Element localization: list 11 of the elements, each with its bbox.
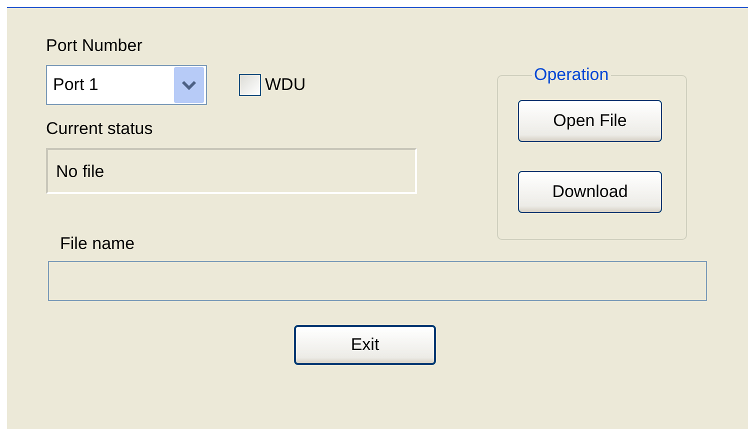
current-status-label: Current status	[46, 119, 154, 139]
wdu-checkbox[interactable]: WDU	[239, 74, 306, 96]
operation-group-title: Operation	[533, 66, 610, 84]
operation-button[interactable]: Download	[518, 171, 662, 213]
file-name-field[interactable]	[48, 261, 707, 301]
port-number-label: Port Number	[46, 36, 144, 56]
operation-button[interactable]: Open File	[518, 100, 662, 142]
file-name-label: File name	[60, 234, 136, 254]
port-dropdown[interactable]: Port 1	[46, 65, 207, 105]
status-field: No file	[46, 148, 417, 194]
exit-button[interactable]: Exit	[294, 325, 436, 365]
